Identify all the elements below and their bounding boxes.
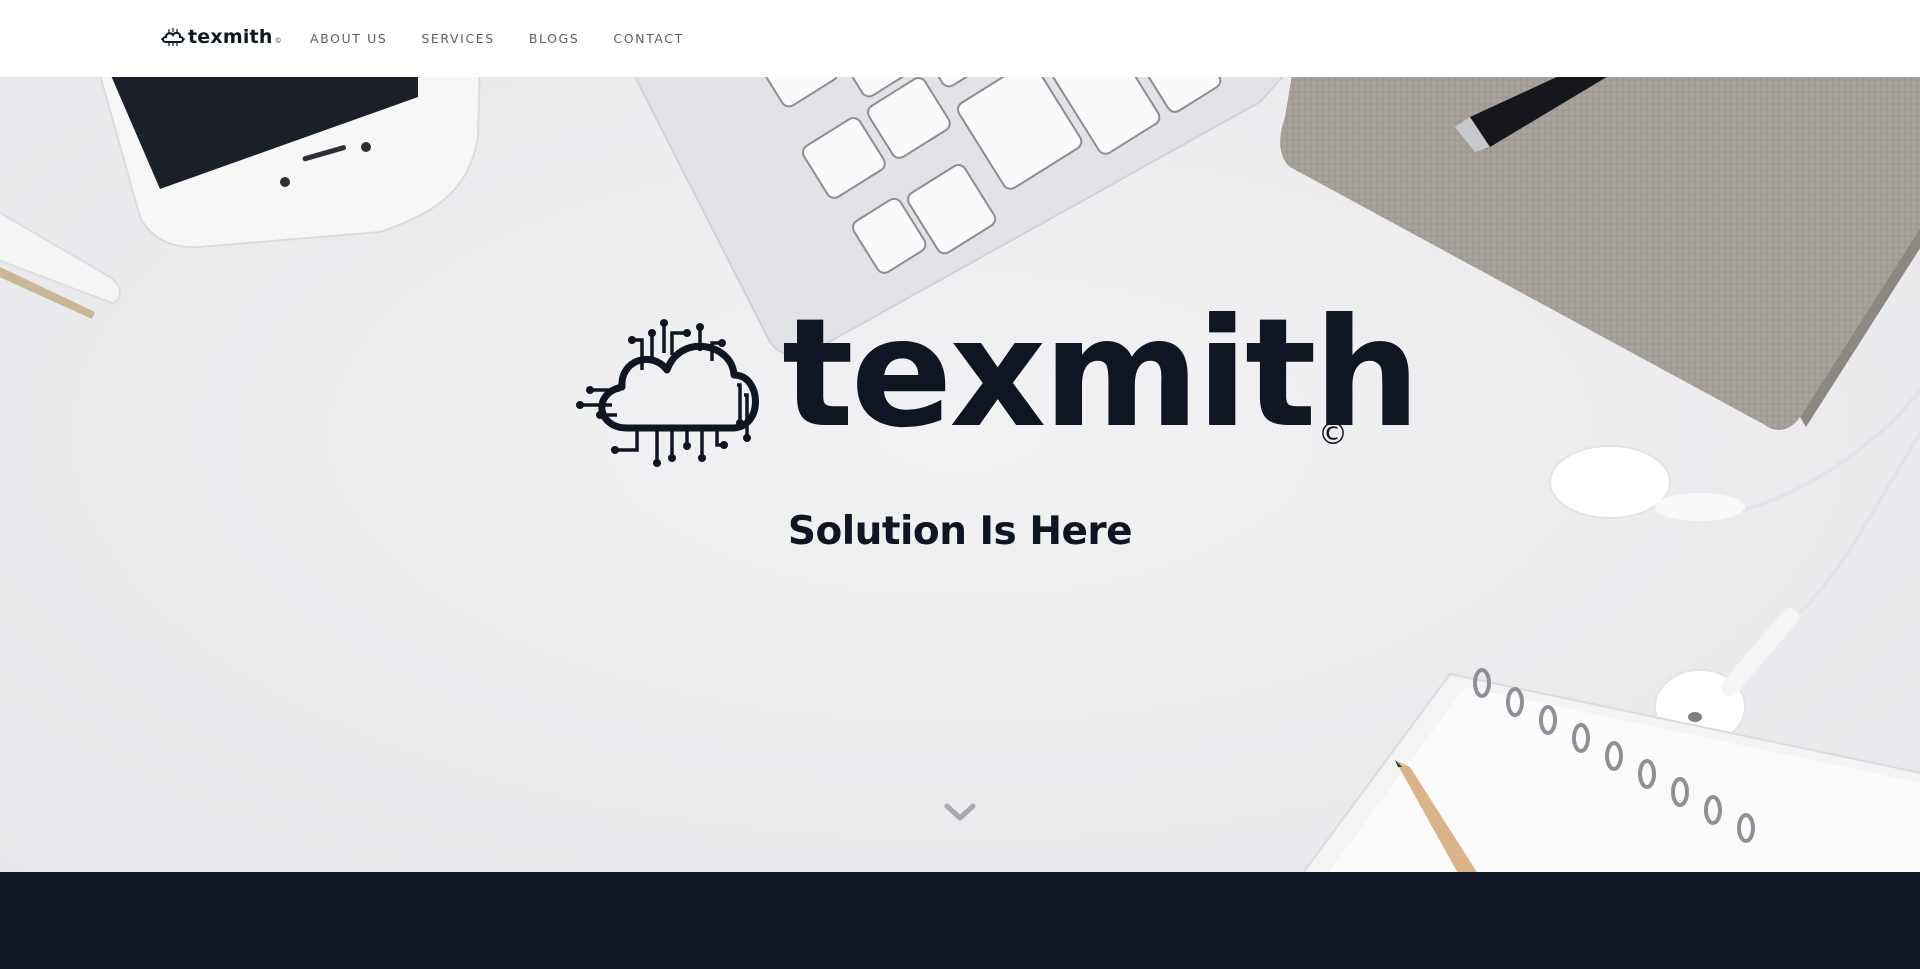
nav-item-blogs: BLOGS: [529, 30, 580, 48]
hero-tagline: Solution Is Here: [787, 509, 1133, 554]
hero-section: texmith © Solution Is Here: [0, 77, 1920, 872]
pen-illustration: [0, 211, 121, 319]
nav-item-services: SERVICES: [421, 30, 494, 48]
nav-link-about-us[interactable]: ABOUT US: [310, 31, 387, 46]
nav-item-about-us: ABOUT US: [310, 30, 387, 48]
nav-logo-mark: ©: [275, 38, 281, 45]
nav-logo-wordmark: texmith: [188, 26, 273, 48]
nav-item-contact: CONTACT: [613, 30, 683, 48]
phone-illustration: [99, 77, 481, 249]
nav-link-blogs[interactable]: BLOGS: [529, 31, 580, 46]
nav-link-services[interactable]: SERVICES: [421, 31, 494, 46]
earphones-illustration: [1549, 386, 1920, 745]
next-section-dark-band: [0, 872, 1920, 969]
spiral-notepad-illustration: [1302, 668, 1920, 872]
cloud-circuit-icon: [161, 28, 185, 46]
chevron-down-icon[interactable]: [944, 801, 976, 823]
nav-menu: ABOUT US SERVICES BLOGS CONTACT: [310, 0, 684, 77]
nav-logo[interactable]: texmith ©: [161, 25, 281, 49]
hero-copyright-mark: ©: [1318, 417, 1348, 452]
nav-link-contact[interactable]: CONTACT: [613, 31, 683, 46]
top-navbar: texmith © ABOUT US SERVICES BLOGS CONTAC…: [0, 0, 1920, 77]
